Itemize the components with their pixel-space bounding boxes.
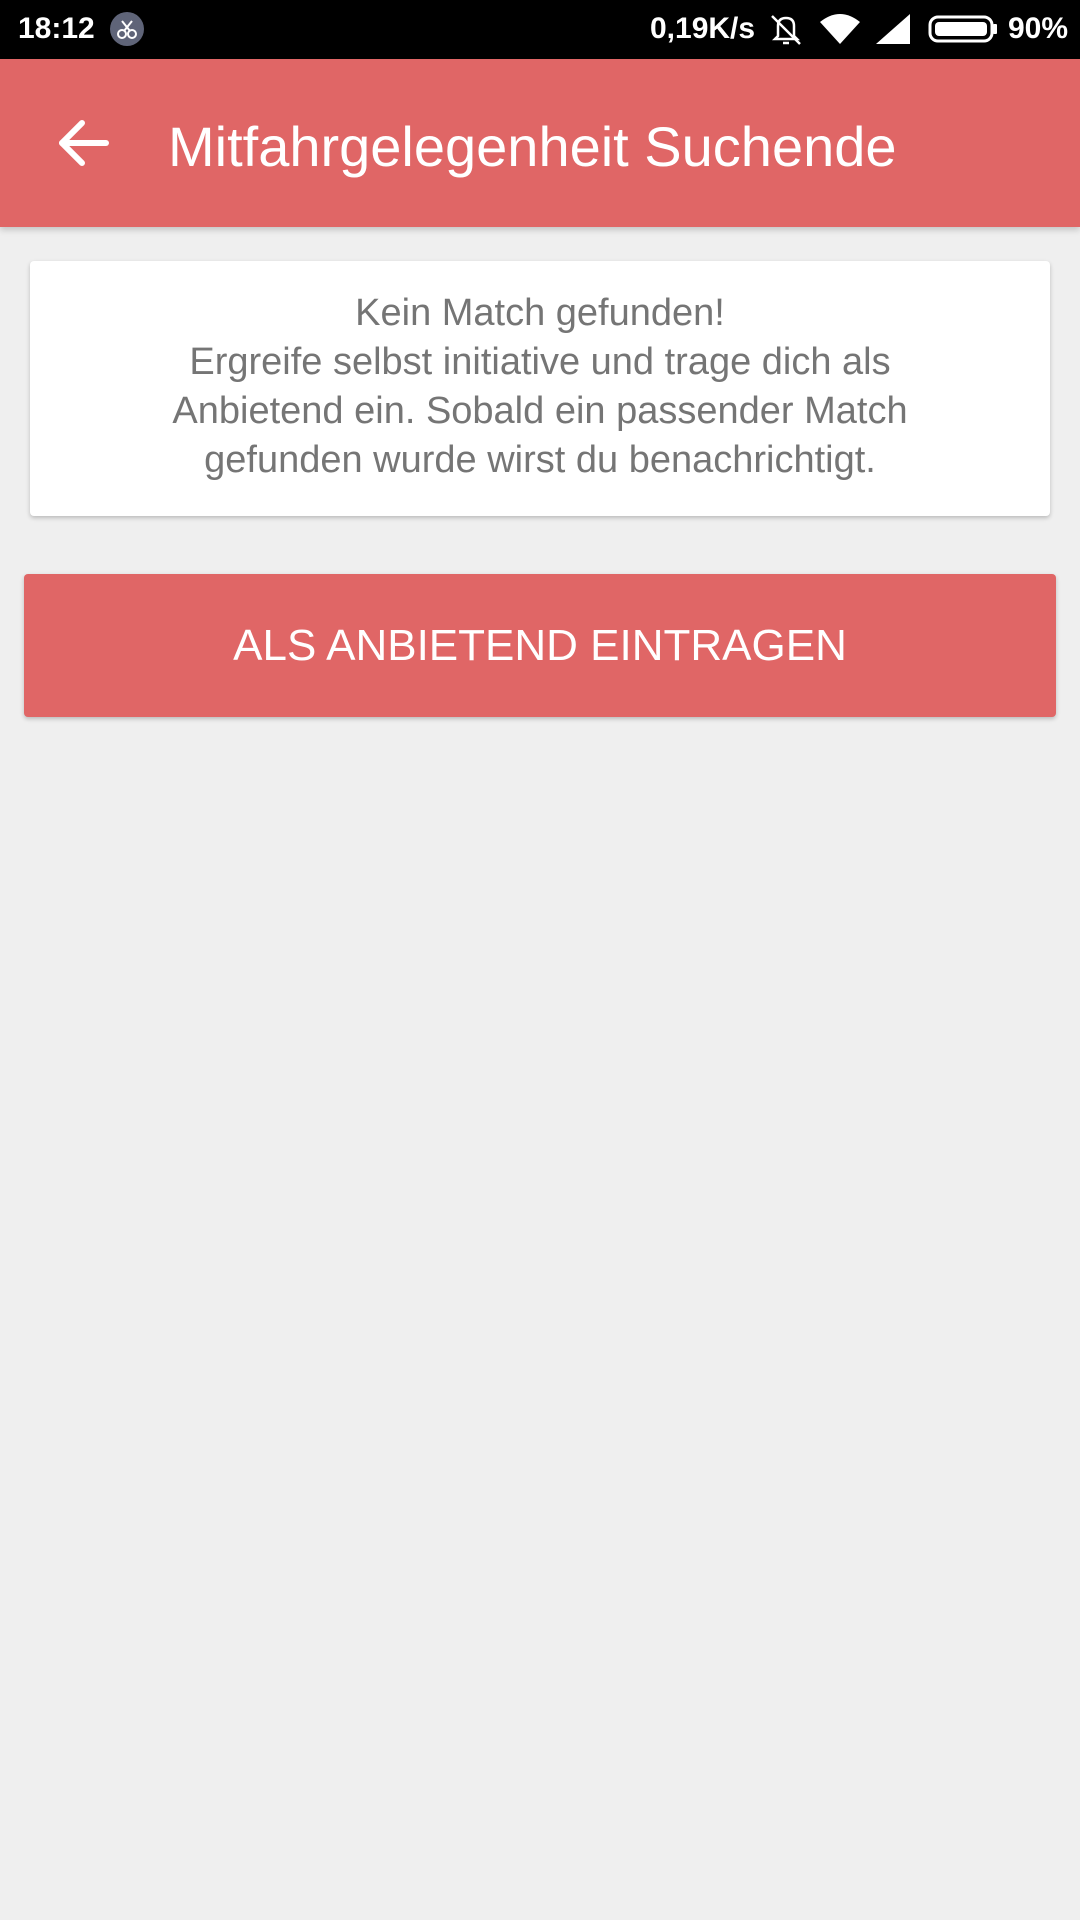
signal-icon (872, 10, 914, 48)
back-button[interactable] (48, 109, 116, 177)
no-match-message: Kein Match gefunden! Ergreife selbst ini… (30, 289, 1050, 485)
battery-percent: 90% (1008, 12, 1069, 45)
battery-icon (928, 10, 1000, 48)
network-speed: 0,19K/s (650, 12, 756, 45)
message-line: Ergreife selbst initiative und trage dic… (189, 341, 891, 383)
register-as-provider-button[interactable]: ALS ANBIETEND EINTRAGEN (24, 574, 1056, 717)
app-bar: Mitfahrgelegenheit Suchende (0, 59, 1080, 227)
page-title: Mitfahrgelegenheit Suchende (168, 115, 897, 178)
arrow-left-icon (48, 120, 116, 181)
message-line: Anbietend ein. Sobald ein passender Matc… (172, 390, 908, 432)
message-line: gefunden wurde wirst du benachrichtigt. (204, 439, 876, 481)
wifi-icon (818, 10, 862, 48)
scissors-icon (110, 12, 144, 46)
status-bar: 18:12 0,19K/s 90% (0, 0, 1080, 59)
no-match-card: Kein Match gefunden! Ergreife selbst ini… (30, 261, 1050, 516)
vibrate-icon (768, 10, 804, 48)
status-time: 18:12 (18, 12, 95, 45)
message-line: Kein Match gefunden! (355, 292, 725, 334)
